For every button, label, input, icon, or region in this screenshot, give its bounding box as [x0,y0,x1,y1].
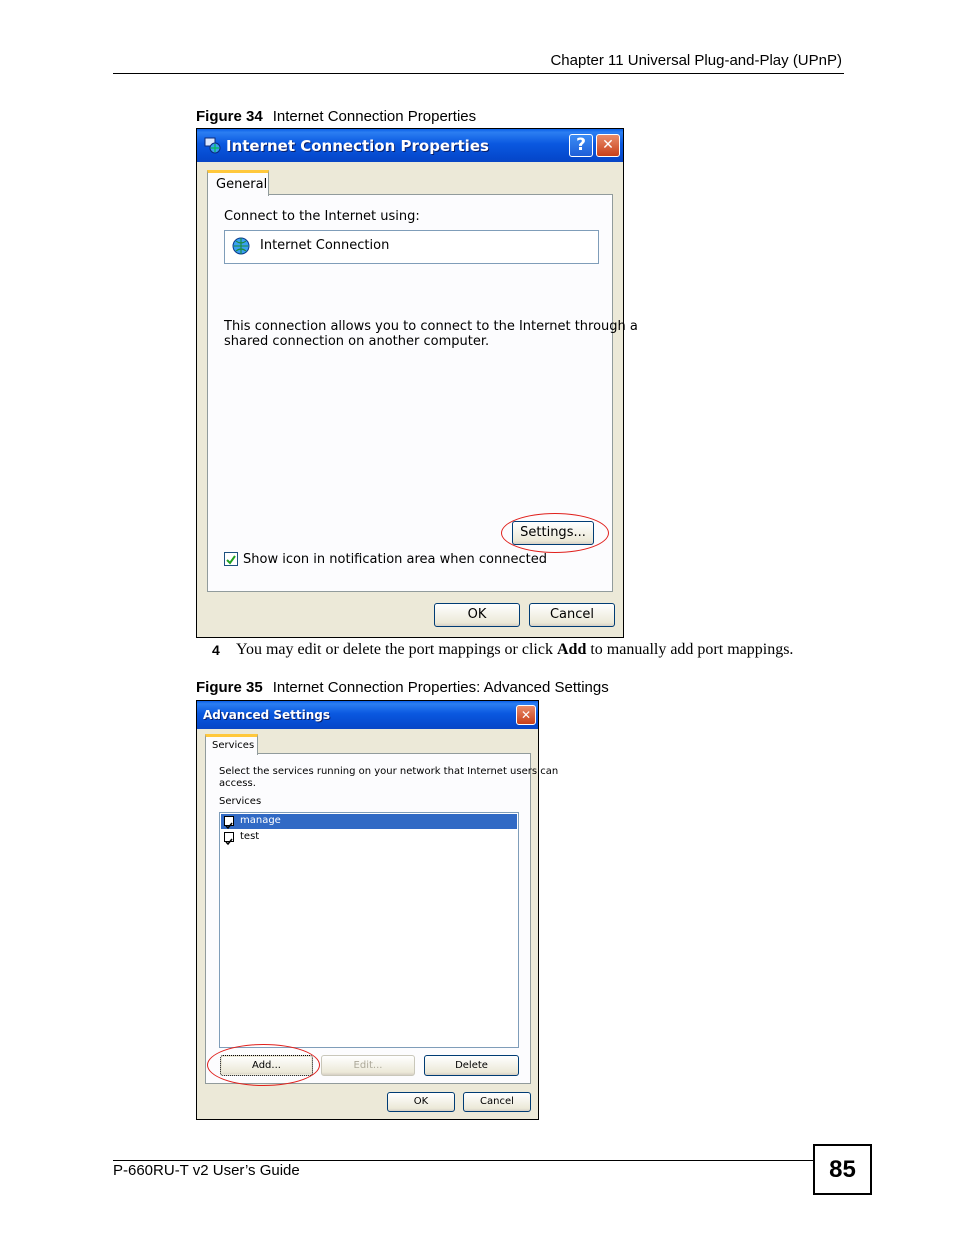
figure-35-title: Internet Connection Properties: Advanced… [272,679,609,696]
show-icon-label: Show icon in notification area when conn… [243,552,547,567]
show-icon-checkbox[interactable] [224,552,238,566]
connect-using-label: Connect to the Internet using: [224,209,420,224]
checkmark-icon [225,838,233,846]
description-line-2: shared connection on another computer. [224,334,490,349]
list-item[interactable]: test [221,830,517,846]
connection-icon [231,236,251,256]
checkmark-icon [225,822,233,830]
tab-services-label: Services [212,740,255,751]
title-bar[interactable]: Internet Connection Properties ? ✕ [197,129,623,162]
internet-connection-properties-window: Internet Connection Properties ? ✕ Gener… [196,128,638,638]
ok-button[interactable]: OK [387,1092,455,1112]
cancel-button[interactable]: Cancel [529,603,615,627]
advanced-settings-window: Advanced Settings ✕ Services Select the … [196,700,558,1120]
close-button[interactable]: ✕ [596,134,620,157]
close-button[interactable]: ✕ [516,705,536,725]
network-icon [203,136,221,154]
list-item[interactable]: manage [221,814,517,830]
chapter-header: Chapter 11 Universal Plug-and-Play (UPnP… [550,52,842,69]
tab-services[interactable]: Services [205,734,258,755]
ok-button[interactable]: OK [434,603,520,627]
services-list[interactable]: manage test [219,812,519,1048]
cancel-button[interactable]: Cancel [463,1092,531,1112]
connection-box: Internet Connection [224,230,599,264]
checkmark-icon [226,555,236,565]
service-checkbox[interactable] [224,816,234,830]
instruction-line-2: access. [219,778,256,789]
instruction-line-1: Select the services running on your netw… [219,766,559,777]
figure-34-label: Figure 34 [196,108,263,125]
step-number: 4 [212,642,220,658]
step-text: You may edit or delete the port mappings… [236,641,793,659]
step-text-before: You may edit or delete the port mappings… [236,641,557,658]
title-bar[interactable]: Advanced Settings ✕ [197,701,538,729]
guide-title: P-660RU-T v2 User’s Guide [113,1162,300,1179]
tab-general[interactable]: General [207,170,269,196]
service-checkbox[interactable] [224,832,234,846]
tab-general-label: General [216,177,268,192]
figure-35-label: Figure 35 [196,679,263,696]
figure-34-title: Internet Connection Properties [272,108,477,125]
header-rule [113,73,844,74]
help-button[interactable]: ? [569,134,593,157]
service-name: test [240,831,260,842]
settings-highlight-ellipse [501,513,609,553]
window-title: Advanced Settings [203,708,331,722]
service-name: manage [240,815,281,826]
step-text-after: to manually add port mappings. [586,641,794,658]
page-number: 85 [813,1144,872,1195]
description-line-1: This connection allows you to connect to… [224,319,638,334]
window-title: Internet Connection Properties [226,137,489,155]
figure-34-caption: Figure 34 Internet Connection Properties [196,108,476,125]
services-label: Services [219,796,262,807]
footer-rule [113,1160,813,1161]
delete-button[interactable]: Delete [424,1055,519,1076]
edit-button[interactable]: Edit... [321,1055,415,1076]
figure-35-caption: Figure 35 Internet Connection Properties:… [196,679,609,696]
step-text-bold: Add [556,641,587,658]
connection-name: Internet Connection [260,238,390,253]
add-highlight-ellipse [207,1044,320,1086]
